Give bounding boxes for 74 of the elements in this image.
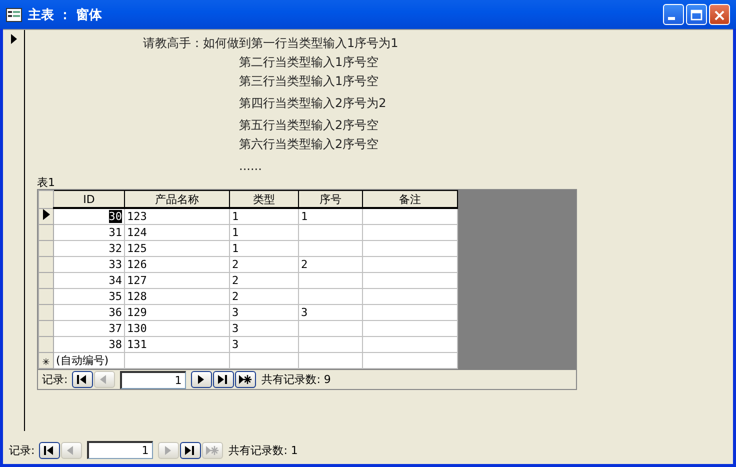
table-cell: [298, 240, 362, 256]
table-cell: 124: [124, 224, 230, 240]
table-cell: 37: [54, 320, 124, 336]
first-record-button[interactable]: [38, 442, 60, 458]
minimize-button[interactable]: [663, 4, 684, 25]
table-cell: 3: [298, 304, 362, 320]
table-cell: 129: [124, 304, 230, 320]
minimize-icon: [668, 17, 675, 20]
record-number-field[interactable]: 1: [120, 370, 186, 388]
table-cell: 128: [124, 288, 230, 304]
row-selector[interactable]: [38, 208, 54, 224]
table-cell: 125: [124, 240, 230, 256]
table-cell: 2: [298, 256, 362, 272]
last-record-button[interactable]: [180, 442, 201, 458]
table-cell: 33: [54, 256, 124, 272]
record-number-field[interactable]: 1: [86, 441, 153, 459]
table-cell: 1: [230, 224, 298, 240]
table-cell: 1: [298, 208, 362, 224]
record-label: 记录:: [9, 442, 35, 458]
select-all-cell[interactable]: [38, 190, 54, 208]
instruction-text: 第三行当类型输入1序号空: [239, 73, 380, 90]
new-record-button[interactable]: [234, 371, 256, 388]
instruction-text: ......: [239, 158, 263, 175]
form-icon: [6, 8, 22, 22]
new-row-marker: ✳: [38, 352, 54, 368]
table-cell: 130: [124, 320, 230, 336]
instruction-text: 第四行当类型输入2序号为2: [239, 95, 388, 112]
table-cell: [298, 224, 362, 240]
table-cell: 34: [54, 272, 124, 288]
column-header[interactable]: 序号: [298, 190, 362, 208]
table-cell: 131: [124, 336, 230, 352]
table-cell: 36: [54, 304, 124, 320]
table-cell: 127: [124, 272, 230, 288]
instruction-text: 第二行当类型输入1序号空: [239, 54, 380, 71]
next-record-button[interactable]: [190, 371, 212, 388]
table-cell: 38: [54, 336, 124, 352]
record-count: 共有记录数: 9: [262, 372, 331, 387]
column-header[interactable]: 产品名称: [124, 190, 230, 208]
table-cell: 1: [230, 240, 298, 256]
table-cell: 123: [124, 208, 230, 224]
table-cell: (自动编号): [54, 352, 124, 368]
table-cell: [298, 320, 362, 336]
table-cell: 32: [54, 240, 124, 256]
record-count: 共有记录数: 1: [228, 442, 298, 458]
instruction-text: 请教高手：如何做到第一行当类型输入1序号为1: [143, 35, 400, 52]
table-cell: 2: [230, 288, 298, 304]
table-cell: 3: [230, 304, 298, 320]
new-record-icon: [238, 373, 252, 386]
table-cell: 126: [124, 256, 230, 272]
maximize-button[interactable]: [686, 4, 707, 25]
table-cell: 1: [230, 208, 298, 224]
table-cell: 2: [230, 256, 298, 272]
current-row-icon: [42, 209, 50, 220]
instruction-text: 第五行当类型输入2序号空: [239, 117, 380, 134]
record-label: 记录:: [42, 372, 68, 387]
table-cell: 3: [230, 320, 298, 336]
table-cell: [298, 272, 362, 288]
table-cell: 35: [54, 288, 124, 304]
table-cell: [298, 288, 362, 304]
instruction-text: 第六行当类型输入2序号空: [239, 136, 380, 153]
first-record-button[interactable]: [72, 371, 93, 388]
current-record-icon: [10, 33, 18, 45]
table-cell: 3: [230, 336, 298, 352]
table-cell: 2: [230, 272, 298, 288]
last-record-button[interactable]: [212, 371, 234, 388]
subform-label: 表1: [37, 176, 56, 189]
table-cell: 31: [54, 224, 124, 240]
new-record-icon: [205, 444, 220, 456]
selected-value: 30: [108, 210, 122, 223]
window-title: 主表 ： 窗体: [28, 6, 104, 24]
column-header[interactable]: 类型: [230, 190, 298, 208]
close-button[interactable]: [709, 4, 730, 25]
column-header[interactable]: 备注: [362, 190, 458, 208]
column-header[interactable]: ID: [54, 190, 124, 208]
